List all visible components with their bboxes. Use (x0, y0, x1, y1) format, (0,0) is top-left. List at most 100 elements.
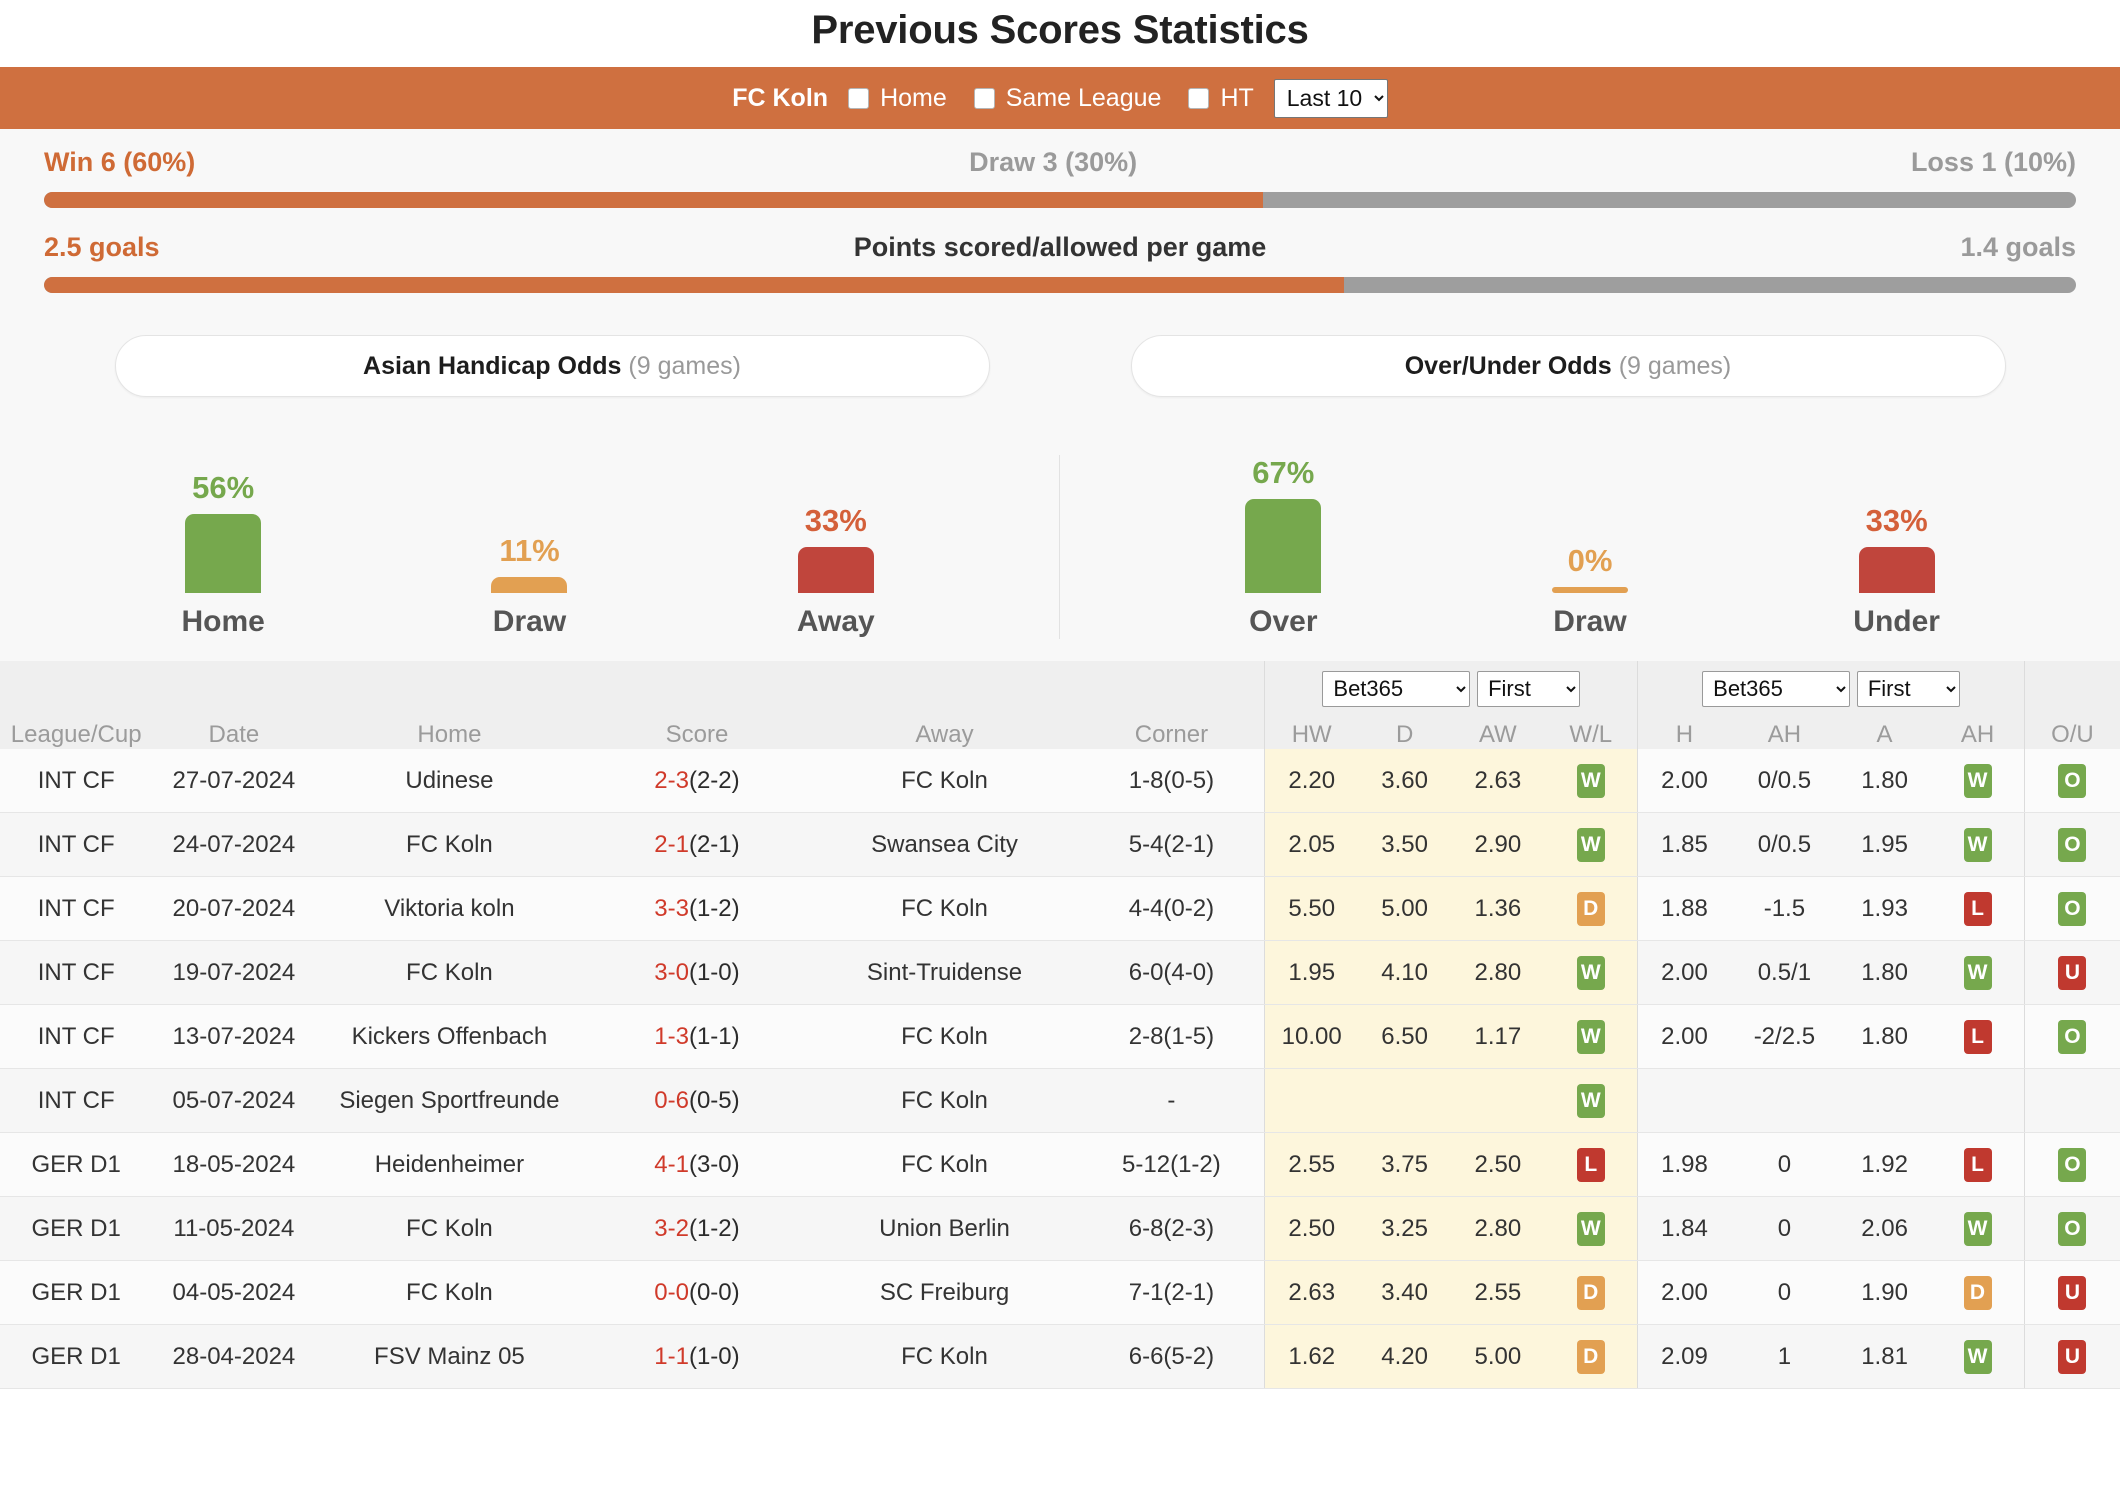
col-score: Score (583, 660, 811, 749)
col-hw: HW (1264, 706, 1359, 749)
cell-ou-result-badge: U (2058, 1275, 2087, 1310)
cell-league: INT CF (0, 940, 153, 1006)
cell-ah-line: 0 (1730, 1132, 1838, 1198)
cell-h: 1.98 (1637, 1132, 1731, 1198)
tab-over-under-odds[interactable]: Over/Under Odds (9 games) (1130, 335, 2006, 397)
cell-hw: 2.50 (1264, 1196, 1359, 1262)
cell-ah-line: 0 (1730, 1260, 1838, 1326)
ah-period-select[interactable]: First (1477, 670, 1581, 707)
filter-same-league[interactable]: Same League (973, 84, 1161, 113)
checkbox-home-icon[interactable] (848, 87, 870, 109)
cell-away: Swansea City (810, 812, 1079, 878)
cell-wl: W (1544, 1068, 1638, 1134)
cell-score: 0-6(0-5) (583, 1068, 811, 1134)
goals-bar (44, 277, 2076, 293)
table-row[interactable]: GER D1 04-05-2024 FC Koln 0-0(0-0) SC Freibu… (0, 1260, 2120, 1326)
cell-wl-badge: W (1576, 763, 1605, 798)
cell-corner: 6-0(4-0) (1078, 940, 1265, 1006)
checkbox-ht-icon[interactable] (1188, 87, 1210, 109)
cell-a: 1.93 (1837, 876, 1932, 942)
filter-control-bar: FC Koln Home Same League HT Last 10 (0, 67, 2120, 129)
cell-ah-result-badge: W (1963, 1339, 1992, 1374)
cell-ou-result: U (2023, 1324, 2120, 1390)
cell-hw: 2.20 (1264, 748, 1359, 814)
table-row[interactable]: GER D1 28-04-2024 FSV Mainz 05 1-1(1-0) FC K… (0, 1324, 2120, 1390)
tab-asian-handicap-odds[interactable]: Asian Handicap Odds (9 games) (114, 335, 990, 397)
score-halftime: (1-0) (688, 1342, 740, 1370)
odds-tab-row: Asian Handicap Odds (9 games) Over/Under… (0, 327, 2120, 425)
chart-label-away: Away (796, 604, 875, 638)
cell-home: FC Koln (315, 1196, 584, 1262)
cell-corner: 7-1(2-1) (1078, 1260, 1265, 1326)
cell-aw: 2.63 (1451, 748, 1545, 814)
score-halftime: (2-2) (688, 766, 740, 794)
cell-ah-result-badge: L (1963, 1019, 1992, 1054)
cell-hw (1264, 1068, 1359, 1134)
cell-score: 1-1(1-0) (583, 1324, 811, 1390)
cell-ah-line: 0/0.5 (1730, 812, 1838, 878)
cell-ou-result: O (2023, 876, 2120, 942)
cell-home: FC Koln (315, 940, 584, 1006)
chart-label-over: Over (1249, 604, 1318, 638)
cell-date: 28-04-2024 (152, 1324, 316, 1390)
cell-away: FC Koln (810, 748, 1079, 814)
cell-home: FC Koln (315, 1260, 584, 1326)
table-row[interactable]: INT CF 20-07-2024 Viktoria koln 3-3(1-2) FC … (0, 876, 2120, 942)
page-title: Previous Scores Statistics (811, 8, 1309, 52)
score-halftime: (1-0) (688, 958, 740, 986)
table-row[interactable]: GER D1 11-05-2024 FC Koln 3-2(1-2) Union Ber… (0, 1196, 2120, 1262)
table-row[interactable]: INT CF 13-07-2024 Kickers Offenbach 1-3(1-1… (0, 1004, 2120, 1070)
cell-wl: W (1544, 748, 1638, 814)
checkbox-same-league-icon[interactable] (973, 87, 995, 109)
table-header-top-row: League/Cup Date Home Score Away Corner B… (0, 660, 2120, 749)
chart-value-draw-ou: 0% (1567, 542, 1613, 578)
score-halftime: (3-0) (688, 1150, 740, 1178)
col-wl: W/L (1544, 706, 1638, 749)
cell-a: 1.80 (1837, 748, 1932, 814)
ou-bookmaker-select[interactable]: Bet365 (1702, 670, 1851, 707)
col-a: A (1837, 706, 1932, 749)
filter-home[interactable]: Home (848, 84, 947, 113)
cell-h: 1.85 (1637, 812, 1731, 878)
cell-wl-badge: D (1576, 891, 1605, 926)
previous-scores-statistics-page: Previous Scores Statistics FC Koln Home … (0, 0, 2120, 1390)
cell-d: 4.20 (1358, 1324, 1452, 1390)
table-row[interactable]: INT CF 05-07-2024 Siegen Sportfreunde 0-6(0… (0, 1068, 2120, 1134)
cell-date: 04-05-2024 (152, 1260, 316, 1326)
match-range-select[interactable]: Last 10 (1273, 78, 1388, 118)
cell-h: 2.00 (1637, 1004, 1731, 1070)
win-draw-loss-bar (44, 192, 2076, 208)
cell-ou-result-badge: O (2058, 827, 2087, 862)
cell-wl: D (1544, 1324, 1638, 1390)
cell-wl: W (1544, 1196, 1638, 1262)
cell-ah-result-badge: D (1963, 1275, 1992, 1310)
ou-period-select[interactable]: First (1856, 670, 1960, 707)
cell-score: 3-2(1-2) (583, 1196, 811, 1262)
cell-date: 20-07-2024 (152, 876, 316, 942)
cell-hw: 1.62 (1264, 1324, 1359, 1390)
table-row[interactable]: INT CF 19-07-2024 FC Koln 3-0(1-0) Sint-Trui… (0, 940, 2120, 1006)
chart-bar-draw-ah: 11% Draw (429, 533, 629, 638)
cell-ah-result: W (1931, 1196, 2025, 1262)
table-row[interactable]: GER D1 18-05-2024 Heidenheimer 4-1(3-0) FC K… (0, 1132, 2120, 1198)
score-fulltime: 2-1 (654, 830, 689, 858)
over-under-chart: 67% Over 0% Draw 33% Under (1060, 455, 2120, 639)
col-aw: AW (1451, 706, 1545, 749)
cell-d: 3.40 (1358, 1260, 1452, 1326)
cell-ah-result-badge: L (1963, 891, 1992, 926)
col-h: H (1637, 706, 1731, 749)
chart-label-draw-ou: Draw (1553, 604, 1627, 638)
table-row[interactable]: INT CF 27-07-2024 Udinese 2-3(2-2) FC Koln 1-… (0, 748, 2120, 814)
cell-wl-badge: W (1576, 1083, 1605, 1118)
cell-home: FC Koln (315, 812, 584, 878)
goals-title-label: Points scored/allowed per game (853, 232, 1267, 262)
cell-league: GER D1 (0, 1324, 153, 1390)
filter-ht[interactable]: HT (1188, 84, 1254, 113)
cell-corner: 6-6(5-2) (1078, 1324, 1265, 1390)
ah-bookmaker-select[interactable]: Bet365 (1322, 670, 1471, 707)
cell-date: 11-05-2024 (152, 1196, 316, 1262)
cell-ou-result: O (2023, 1004, 2120, 1070)
cell-date: 05-07-2024 (152, 1068, 316, 1134)
table-row[interactable]: INT CF 24-07-2024 FC Koln 2-1(2-1) Swansea C… (0, 812, 2120, 878)
cell-wl-badge: L (1576, 1147, 1605, 1182)
